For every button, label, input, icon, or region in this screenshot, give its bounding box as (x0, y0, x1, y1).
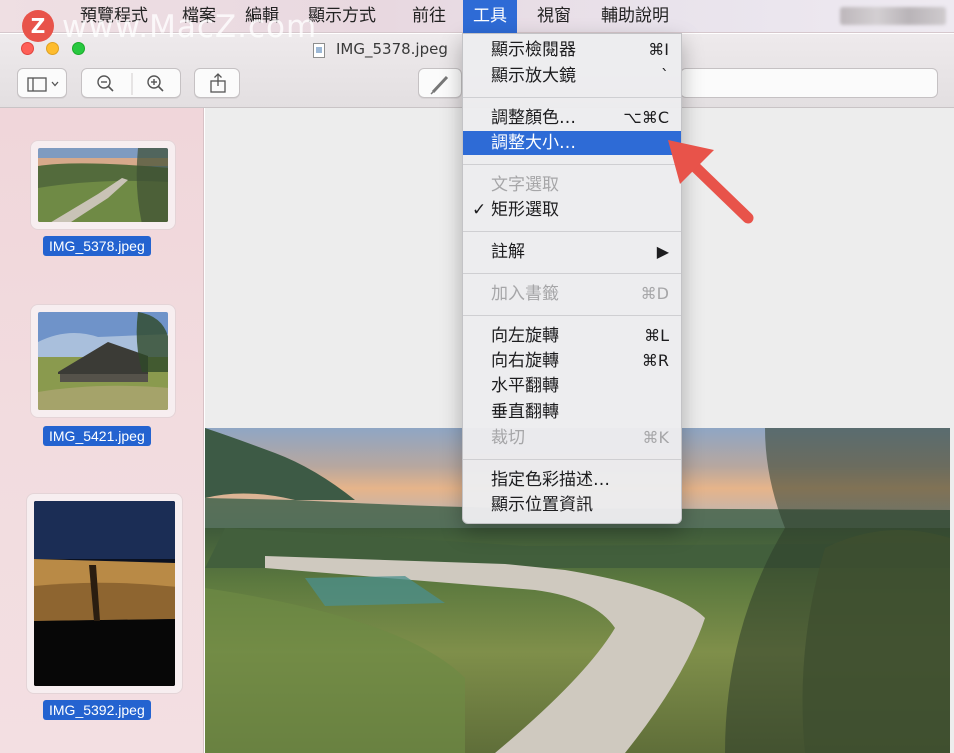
arrow-annotation (668, 140, 754, 224)
shortcut-label: ⌘I (648, 40, 669, 59)
zoom-in-icon[interactable] (147, 75, 164, 92)
menu-item-flip-vertical[interactable]: 垂直翻轉 (463, 400, 681, 424)
close-window-button[interactable] (21, 42, 34, 55)
menu-item-show-location[interactable]: 顯示位置資訊 (463, 493, 681, 517)
submenu-arrow-icon: ▶ (656, 242, 669, 261)
share-button[interactable] (194, 68, 240, 98)
document-icon (313, 43, 325, 58)
menu-item-show-inspector[interactable]: 顯示檢閱器 ⌘I (463, 38, 681, 62)
shortcut-label: ⌘D (640, 284, 669, 303)
shortcut-label: ` (661, 66, 669, 85)
thumbnail-image (38, 312, 168, 410)
minimize-window-button[interactable] (46, 42, 59, 55)
menu-go[interactable]: 前往 (402, 0, 456, 33)
menu-item-label: 文字選取 (491, 175, 559, 195)
watermark-text: www.MacZ.com (62, 9, 318, 45)
thumbnail-label[interactable]: IMG_5392.jpeg (43, 700, 151, 720)
markup-pen-icon (430, 75, 449, 95)
sidebar-toggle-icon (27, 77, 59, 92)
menu-item-label: 顯示檢閱器 (491, 40, 576, 60)
menu-separator (463, 459, 681, 460)
window-title: IMG_5378.jpeg (336, 40, 448, 58)
menu-item-label: 調整大小… (491, 133, 576, 153)
blurred-status-icons (840, 7, 946, 25)
menu-item-adjust-color[interactable]: 調整顏色… ⌥⌘C (463, 106, 681, 130)
menu-item-add-bookmark: 加入書籤 ⌘D (463, 282, 681, 306)
thumbnail-label[interactable]: IMG_5378.jpeg (43, 236, 151, 256)
watermark-logo: Z (22, 10, 54, 42)
checkmark-icon: ✓ (472, 200, 487, 220)
menu-item-assign-profile[interactable]: 指定色彩描述… (463, 468, 681, 492)
menu-item-label: 水平翻轉 (491, 376, 559, 396)
shortcut-label: ⌘R (641, 351, 669, 370)
menu-item-label: 垂直翻轉 (491, 402, 559, 422)
menu-separator (463, 231, 681, 232)
menu-window[interactable]: 視窗 (527, 0, 581, 33)
search-field[interactable] (680, 68, 938, 98)
menu-item-label: 加入書籤 (491, 284, 559, 304)
menu-item-show-magnifier[interactable]: 顯示放大鏡 ` (463, 64, 681, 88)
menu-item-label: 顯示位置資訊 (491, 495, 593, 515)
menu-separator (463, 315, 681, 316)
menu-tools[interactable]: 工具 (463, 0, 517, 33)
menu-item-flip-horizontal[interactable]: 水平翻轉 (463, 374, 681, 398)
thumbnail-img-5392[interactable] (26, 493, 183, 694)
thumbnail-img-5378[interactable] (30, 140, 176, 230)
menu-item-label: 矩形選取 (491, 200, 559, 220)
menu-separator (463, 97, 681, 98)
thumbnail-image (38, 148, 168, 222)
menu-item-annotate[interactable]: 註解 ▶ (463, 240, 681, 264)
menu-separator (463, 273, 681, 274)
menu-item-rotate-right[interactable]: 向右旋轉 ⌘R (463, 349, 681, 373)
menu-item-rectangular-selection[interactable]: ✓ 矩形選取 (463, 198, 681, 222)
markup-button[interactable] (418, 68, 462, 98)
menu-item-label: 指定色彩描述… (491, 470, 610, 490)
thumbnail-sidebar: IMG_5378.jpeg IMG_5421.jpeg IMG_5392.jpe… (0, 108, 204, 753)
tools-menu: 顯示檢閱器 ⌘I 顯示放大鏡 ` 調整顏色… ⌥⌘C 調整大小… 文字選取 ✓ … (462, 33, 682, 524)
thumbnail-label[interactable]: IMG_5421.jpeg (43, 426, 151, 446)
sidebar-toggle-button[interactable] (17, 68, 67, 98)
thumbnail-image (34, 501, 175, 686)
zoom-button-group (81, 68, 181, 98)
menu-item-crop: 裁切 ⌘K (463, 426, 681, 450)
menu-item-label: 顯示放大鏡 (491, 66, 576, 86)
shortcut-label: ⌘K (642, 428, 670, 447)
thumbnail-img-5421[interactable] (30, 304, 176, 418)
menu-item-text-selection: 文字選取 (463, 173, 681, 197)
share-icon (210, 73, 226, 93)
menu-item-label: 裁切 (491, 428, 525, 448)
menu-item-rotate-left[interactable]: 向左旋轉 ⌘L (463, 324, 681, 348)
menu-item-label: 註解 (491, 242, 525, 262)
menu-separator (463, 164, 681, 165)
menu-item-adjust-size[interactable]: 調整大小… (463, 131, 681, 155)
menu-item-label: 向右旋轉 (491, 351, 559, 371)
zoom-out-icon[interactable] (97, 75, 114, 92)
menu-help[interactable]: 輔助說明 (591, 0, 679, 33)
shortcut-label: ⌘L (644, 326, 669, 345)
shortcut-label: ⌥⌘C (623, 108, 669, 127)
menu-item-label: 向左旋轉 (491, 326, 559, 346)
menu-item-label: 調整顏色… (491, 108, 576, 128)
